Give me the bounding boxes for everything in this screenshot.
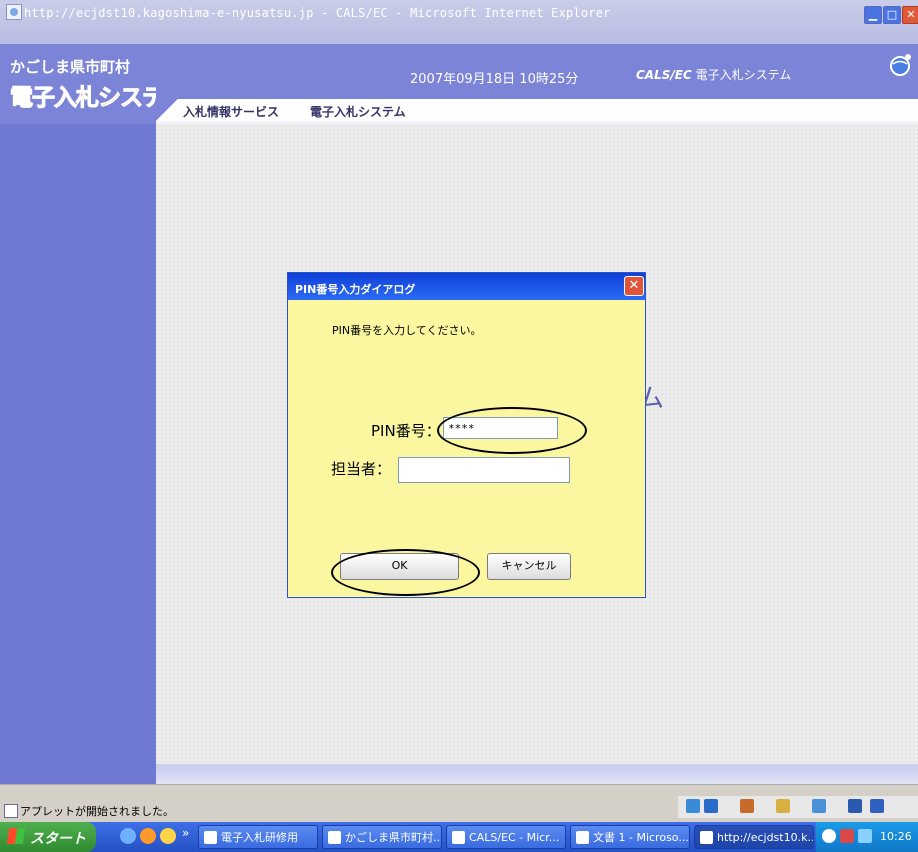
system-prefix: CALS/EC (636, 68, 692, 82)
quicklaunch-expand-icon[interactable]: » (182, 826, 189, 840)
tray-security-icon[interactable] (840, 829, 854, 843)
windows-flag-icon (6, 828, 26, 844)
minimize-button[interactable]: ▁ (864, 6, 882, 24)
tray-expand-icon[interactable] (822, 829, 836, 843)
task-label: かごしま県市町村... (345, 831, 442, 844)
pin-highlight-ring (437, 407, 587, 454)
help-icon[interactable] (870, 799, 884, 813)
task-label: CALS/EC - Micr... (469, 831, 560, 844)
status-text: アプレットが開始されました。 (20, 805, 174, 818)
nav-bid-info-service[interactable]: 入札情報サービス (183, 103, 279, 120)
system-label: 電子入札システム (695, 68, 792, 82)
ime-input-icon[interactable] (740, 799, 754, 813)
task-word[interactable]: 文書 1 - Microso... (570, 825, 690, 849)
close-window-button[interactable]: ✕ (902, 6, 918, 24)
nav-strip-corner (156, 99, 178, 121)
logo-title: かごしま県市町村 (10, 58, 131, 76)
nav-e-bidding-system[interactable]: 電子入札システム (310, 103, 406, 120)
globe-icon (890, 54, 911, 76)
maximize-button[interactable]: □ (883, 6, 901, 24)
ie-page-icon (452, 831, 465, 844)
internet-explorer-icon (6, 4, 22, 20)
window-title: http://ecjdst10.kagoshima-e-nyusatsu.jp … (24, 6, 611, 20)
dialog-title: PIN番号入力ダイアログ (295, 283, 416, 296)
word-doc-icon (576, 831, 589, 844)
pin-label: PIN番号： (371, 422, 441, 440)
ime-mode-icon[interactable] (704, 799, 718, 813)
ie-page-icon (700, 831, 713, 844)
dialog-close-button[interactable]: ✕ (624, 276, 644, 296)
folder-icon (204, 831, 217, 844)
ime-pad-icon[interactable] (812, 799, 826, 813)
sidebar (0, 124, 156, 784)
quicklaunch-media-icon[interactable] (160, 828, 176, 844)
task-folder[interactable]: 電子入札研修用 (198, 825, 318, 849)
quicklaunch-ie-icon[interactable] (120, 828, 136, 844)
person-in-charge-label: 担当者： (331, 460, 392, 478)
page-status-icon (4, 804, 18, 818)
ie-page-icon (328, 831, 341, 844)
ime-tool-icon[interactable] (776, 799, 790, 813)
quicklaunch-outlook-icon[interactable] (140, 828, 156, 844)
task-browser-2[interactable]: CALS/EC - Micr... (446, 825, 566, 849)
task-label: 文書 1 - Microso... (593, 831, 689, 844)
ok-highlight-ring (331, 549, 480, 596)
task-label: 電子入札研修用 (221, 831, 298, 844)
start-label: スタート (30, 831, 86, 847)
system-name: CALS/EC 電子入札システム (636, 66, 791, 83)
dialog-message: PIN番号を入力してください。 (332, 324, 482, 337)
current-datetime: 2007年09月18日 10時25分 (410, 72, 579, 87)
tray-network-icon[interactable] (858, 829, 872, 843)
clock: 10:26 (880, 830, 912, 843)
task-browser-1[interactable]: かごしま県市町村... (322, 825, 442, 849)
ime-property-icon[interactable] (848, 799, 862, 813)
cancel-button[interactable]: キャンセル (487, 553, 571, 580)
task-label: http://ecjdst10.k... (717, 831, 814, 844)
person-in-charge-input[interactable] (398, 457, 570, 483)
ime-icon[interactable] (686, 799, 700, 813)
content-footer-band (156, 764, 918, 784)
task-browser-active[interactable]: http://ecjdst10.k... (694, 825, 814, 849)
